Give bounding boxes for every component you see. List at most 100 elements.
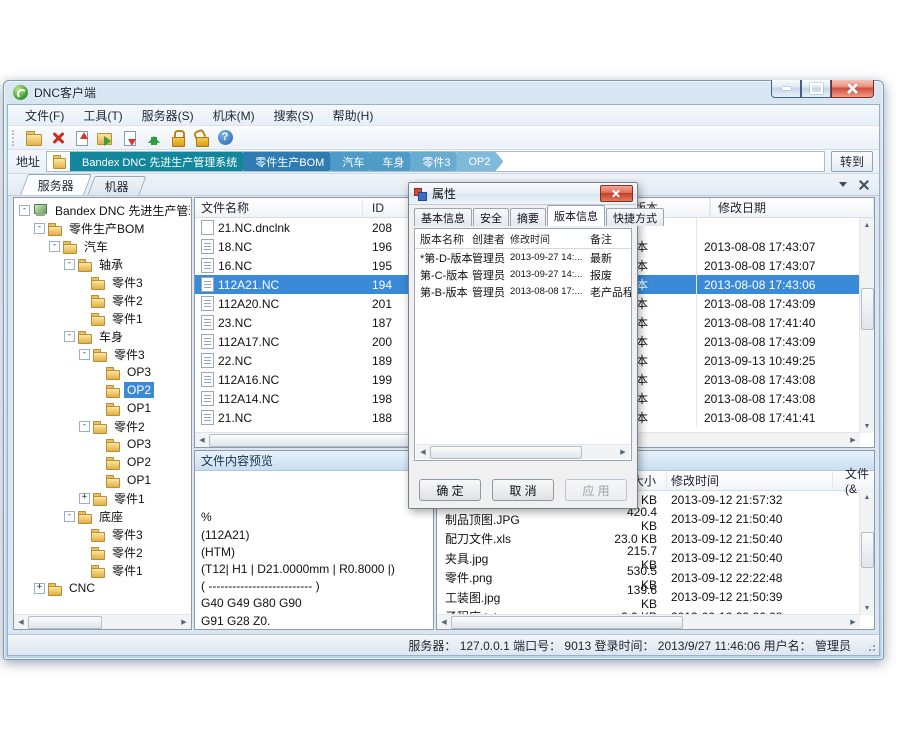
menu-item[interactable]: 机床(M) [204, 105, 265, 126]
scroll-down-icon[interactable]: ▼ [860, 419, 874, 433]
column-header-creator[interactable]: 创建者 [472, 231, 510, 247]
title-bar[interactable]: DNC客户端 [4, 81, 883, 104]
help-button[interactable] [214, 128, 237, 148]
tree-item[interactable]: 零件1 [15, 561, 190, 579]
scroll-right-icon[interactable]: ▶ [846, 433, 860, 447]
column-header-date[interactable]: 修改日期 [710, 198, 874, 217]
tree-item[interactable]: OP3 [15, 363, 190, 381]
tree-item[interactable]: - 零件生产BOM [15, 219, 190, 237]
tree-item[interactable]: OP3 [15, 435, 190, 453]
dialog-tab[interactable]: 摘要 [510, 208, 546, 226]
view-tab[interactable]: 服务器 [20, 174, 92, 195]
tree-item[interactable]: OP2 [15, 453, 190, 471]
version-row[interactable]: *第-D-版本 管理员 2013-09-27 14:... 最新 [415, 249, 631, 266]
column-header-note[interactable]: 备注 [589, 231, 631, 247]
apply-button[interactable]: 应 用 [565, 479, 627, 501]
tree-horizontal-scrollbar[interactable]: ◀ ▶ [14, 614, 191, 629]
tree-expander[interactable]: - [64, 511, 75, 522]
tree-expander[interactable] [94, 440, 103, 449]
tree-expander[interactable] [94, 386, 103, 395]
minimize-button[interactable] [771, 80, 801, 98]
tree-expander[interactable] [94, 404, 103, 413]
close-tab-icon[interactable] [859, 180, 869, 190]
check-in-button[interactable] [142, 128, 165, 148]
send-to-machine-button[interactable] [94, 128, 117, 148]
scroll-left-icon[interactable]: ◀ [195, 433, 209, 447]
tree-expander[interactable]: - [79, 349, 90, 360]
tree-expander[interactable] [94, 476, 103, 485]
tree-expander[interactable] [94, 368, 103, 377]
tree-expander[interactable]: - [64, 259, 75, 270]
dialog-close-button[interactable] [600, 185, 633, 202]
menu-item[interactable]: 工具(T) [74, 105, 132, 126]
breadcrumb-segment[interactable]: Bandex DNC 先进生产管理系统 [70, 152, 250, 171]
version-row[interactable]: 第-C-版本 管理员 2013-09-27 14:... 报废 [415, 266, 631, 283]
attachments-vertical-scrollbar[interactable]: ▲ ▼ [859, 490, 874, 615]
scrollbar-thumb[interactable] [451, 616, 683, 629]
ok-button[interactable]: 确 定 [419, 479, 481, 501]
address-field[interactable]: Bandex DNC 先进生产管理系统零件生产BOM汽车车身零件3OP2 [46, 151, 825, 172]
breadcrumb-segment[interactable]: 零件3 [410, 152, 463, 171]
tree-item[interactable]: - 汽车 [15, 237, 190, 255]
tree-expander[interactable]: - [19, 205, 30, 216]
column-header-name[interactable]: 文件名称 [195, 198, 363, 217]
tree-item[interactable]: + CNC [15, 579, 190, 597]
unlock-button[interactable] [190, 128, 213, 148]
tree-item[interactable]: 零件2 [15, 543, 190, 561]
tree-expander[interactable]: - [49, 241, 60, 252]
download-file-button[interactable] [118, 128, 141, 148]
file-list-vertical-scrollbar[interactable]: ▲ ▼ [859, 218, 874, 433]
tree-item[interactable]: 零件2 [15, 291, 190, 309]
dialog-tab[interactable]: 基本信息 [414, 208, 472, 226]
dialog-tab[interactable]: 快捷方式 [606, 208, 664, 226]
breadcrumb-segment[interactable]: 汽车 [330, 152, 377, 171]
tree-expander[interactable]: - [64, 331, 75, 342]
scrollbar-thumb[interactable] [861, 288, 874, 330]
tree-item[interactable]: - 零件3 [15, 345, 190, 363]
tree-item[interactable]: + 零件1 [15, 489, 190, 507]
tree-expander[interactable] [79, 278, 88, 287]
scroll-left-icon[interactable]: ◀ [437, 615, 451, 629]
tree-expander[interactable] [79, 296, 88, 305]
tree-item[interactable]: OP1 [15, 471, 190, 489]
scrollbar-thumb[interactable] [28, 616, 102, 629]
dialog-title-bar[interactable]: 属性 [409, 183, 637, 205]
menu-item[interactable]: 文件(F) [16, 105, 74, 126]
breadcrumb-segment[interactable]: 车身 [370, 152, 417, 171]
go-button[interactable]: 转到 [831, 151, 873, 172]
scroll-right-icon[interactable]: ▶ [616, 445, 630, 459]
column-header-mtime[interactable]: 修改时间 [667, 471, 833, 490]
new-folder-button[interactable] [22, 128, 45, 148]
tree-expander[interactable]: - [79, 421, 90, 432]
tree-expander[interactable] [94, 458, 103, 467]
tree-expander[interactable] [79, 548, 88, 557]
menu-item[interactable]: 搜索(S) [265, 105, 324, 126]
scroll-left-icon[interactable]: ◀ [416, 445, 430, 459]
tree-item[interactable]: - Bandex DNC 先进生产管理系统 [15, 201, 190, 219]
scroll-right-icon[interactable]: ▶ [846, 615, 860, 629]
preview-content[interactable]: %(112A21)(HTM)(T12| H1 | D21.0000mm | R0… [195, 471, 433, 630]
scrollbar-thumb[interactable] [430, 446, 582, 459]
tree-expander[interactable]: - [34, 223, 45, 234]
tree-expander[interactable] [79, 314, 88, 323]
dialog-horizontal-scrollbar[interactable]: ◀ ▶ [416, 444, 630, 459]
scrollbar-thumb[interactable] [861, 532, 874, 568]
tree-item[interactable]: - 轴承 [15, 255, 190, 273]
toolbar-grip[interactable] [12, 130, 18, 146]
column-header-modified[interactable]: 修改时间 [510, 231, 589, 246]
tree-item[interactable]: OP2 [15, 381, 190, 399]
attachments-horizontal-scrollbar[interactable]: ◀ ▶ [437, 614, 860, 629]
view-tab[interactable]: 机器 [87, 176, 146, 195]
close-button[interactable] [831, 80, 874, 98]
tree-expander[interactable]: + [34, 583, 45, 594]
tree-item[interactable]: - 底座 [15, 507, 190, 525]
tree-item[interactable]: - 车身 [15, 327, 190, 345]
dialog-tab[interactable]: 版本信息 [547, 205, 605, 226]
cancel-button[interactable]: 取 消 [492, 479, 554, 501]
chevron-down-icon[interactable] [839, 182, 847, 191]
breadcrumb-segment[interactable]: 零件生产BOM [243, 152, 337, 171]
tree-item[interactable]: 零件3 [15, 273, 190, 291]
scroll-up-icon[interactable]: ▲ [860, 218, 874, 232]
scroll-left-icon[interactable]: ◀ [14, 615, 28, 629]
tree-item[interactable]: OP1 [15, 399, 190, 417]
